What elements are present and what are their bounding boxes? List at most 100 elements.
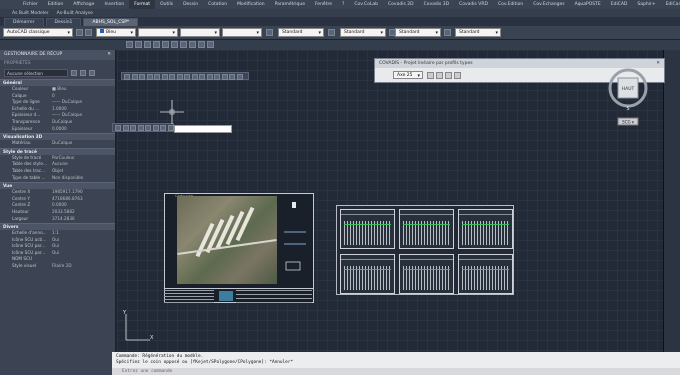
menu-item[interactable]: Affichage [68, 0, 99, 9]
covadis-close-icon[interactable]: ✕ [656, 59, 660, 68]
modify-tool-icon[interactable] [169, 73, 175, 80]
float-tool-icon[interactable] [145, 124, 151, 131]
quick-select-icon[interactable] [89, 70, 95, 76]
property-row[interactable]: Type de table ... Non disponible [0, 175, 115, 182]
menu-item[interactable]: Paramétrique [270, 0, 310, 9]
insert-tool-icon[interactable] [198, 41, 205, 48]
modify-tool-icon[interactable] [199, 73, 205, 80]
line-tool-icon[interactable] [126, 41, 133, 48]
property-row[interactable]: Largeur 3714.2836 [0, 216, 115, 223]
menu-item[interactable]: Covadis 2D [383, 0, 419, 9]
menu-item[interactable]: EdiCad Light [661, 0, 680, 9]
property-row[interactable]: Table des trac... Objet [0, 168, 115, 175]
menu-item[interactable]: Cov.Echanges [528, 0, 569, 9]
dim-style-icon[interactable] [328, 29, 335, 36]
toggle-pickadd-icon[interactable] [71, 70, 77, 76]
menu-item[interactable]: Modification [232, 0, 269, 9]
viewcube-navigator[interactable]: HAUT S SCG ▾ [601, 68, 655, 128]
workspace-gear-icon[interactable] [76, 29, 83, 36]
modify-tool-icon[interactable] [161, 73, 168, 80]
float-tool-icon[interactable] [152, 124, 159, 131]
property-row[interactable]: Matériau DuCalque [0, 140, 115, 147]
workspace-select[interactable]: AutoCAD classique [3, 28, 73, 37]
float-tool-icon[interactable] [160, 124, 166, 131]
menu-item[interactable]: Dessin [178, 0, 203, 9]
property-section-header[interactable]: Divers [0, 223, 115, 231]
property-row[interactable]: Hauteur 2033.5882 [0, 209, 115, 216]
property-row[interactable]: Epaisseur d... —— DuCalque [0, 112, 115, 119]
modify-tool-icon[interactable] [236, 73, 243, 80]
property-row[interactable]: NOM SCU [0, 256, 115, 263]
dynamic-input-box[interactable] [174, 125, 232, 133]
layer-icon[interactable] [85, 29, 92, 36]
covadis-tool-icon-4[interactable] [454, 71, 461, 79]
property-row[interactable]: Couleur ■ Bleu [0, 86, 115, 93]
text-tool-icon[interactable] [180, 41, 187, 48]
menu-item[interactable]: ? [337, 0, 349, 9]
modify-tool-icon[interactable] [176, 73, 183, 80]
menu-item[interactable]: Covadis 3D [419, 0, 455, 9]
float-tool-icon[interactable] [137, 124, 144, 131]
command-input[interactable]: Entrez une commande [112, 368, 680, 375]
rectangle-tool-icon[interactable] [162, 41, 169, 48]
lineweight-select[interactable] [180, 28, 220, 37]
secondary-menu-item[interactable]: As-Built Analyse [53, 11, 97, 16]
axis-select[interactable]: Axe 25 [393, 71, 423, 79]
property-row[interactable]: Centre X 1985917.1790 [0, 189, 115, 196]
menu-item[interactable]: Saphir+ [632, 0, 660, 9]
property-row[interactable]: Centre Z 0.0000 [0, 202, 115, 209]
property-row[interactable]: Icône SCU par... Oui [0, 243, 115, 250]
block-tool-icon[interactable] [189, 41, 196, 48]
arc-tool-icon[interactable] [153, 41, 160, 48]
file-tab[interactable]: ABHS_SOL_CSP* [83, 18, 139, 26]
modify-tool-icon[interactable] [221, 73, 228, 80]
modify-tool-icon[interactable] [191, 73, 198, 80]
property-row[interactable]: Style visuel Filaire 2D [0, 263, 115, 270]
menu-item[interactable]: Covadis VRD [454, 0, 493, 9]
file-tab[interactable]: Dessin1 [45, 18, 82, 26]
property-row[interactable]: Echelle du ... 1.0000 [0, 106, 115, 113]
menu-item[interactable]: Cov.Edition [493, 0, 528, 9]
property-row[interactable]: Calque 0 [0, 93, 115, 100]
text-style-select[interactable]: Standard [278, 28, 324, 37]
modify-tool-icon[interactable] [124, 73, 130, 80]
menu-item[interactable]: Edition [43, 0, 69, 9]
menu-item[interactable]: Outils [155, 0, 178, 9]
covadis-tool-icon-1[interactable] [427, 71, 434, 79]
table-style-select[interactable]: Standard [395, 28, 441, 37]
property-row[interactable]: Centre Y 4718686.8763 [0, 196, 115, 203]
property-section-header[interactable]: Style de tracé [0, 147, 115, 155]
menu-item[interactable]: Format [129, 0, 156, 9]
modify-tool-icon[interactable] [139, 73, 145, 80]
property-row[interactable]: Epaisseur 0.0000 [0, 126, 115, 133]
modify-tool-icon[interactable] [154, 73, 160, 80]
property-row[interactable]: Table des style... Aucune [0, 161, 115, 168]
move-tool-icon[interactable] [207, 41, 214, 48]
dim-style-select[interactable]: Standard [340, 28, 386, 37]
color-select[interactable]: Bleu [96, 28, 136, 37]
menu-item[interactable]: AquaPOSTE [570, 0, 606, 9]
secondary-menu-item[interactable]: As Built Modeler [8, 11, 53, 16]
modify-tool-icon[interactable] [184, 73, 190, 80]
file-tab[interactable]: Démarrer [4, 18, 44, 26]
covadis-tool-icon-2[interactable] [436, 71, 443, 79]
menu-item[interactable]: EdiCAD [606, 0, 633, 9]
menu-item[interactable]: Cov.CoLab [349, 0, 383, 9]
menu-item[interactable]: Fichier [18, 0, 43, 9]
property-row[interactable]: Transparence DuCalque [0, 119, 115, 126]
property-section-header[interactable]: Visualisation 3D [0, 133, 115, 141]
menu-item[interactable]: Cotation [203, 0, 232, 9]
modify-tool-icon[interactable] [206, 73, 213, 80]
property-row[interactable]: Icône SCU par... Oui [0, 250, 115, 257]
plotstyle-select[interactable] [222, 28, 262, 37]
modify-tool-icon[interactable] [229, 73, 235, 80]
property-section-header[interactable]: Vue [0, 182, 115, 190]
float-tool-icon[interactable] [122, 124, 129, 131]
float-tool-icon[interactable] [167, 124, 174, 131]
property-row[interactable]: Style de tracé ParCouleur [0, 155, 115, 162]
property-section-header[interactable]: Général [0, 79, 115, 86]
float-tool-icon[interactable] [130, 124, 136, 131]
polyline-tool-icon[interactable] [135, 41, 142, 48]
property-row[interactable]: Type de ligne —— DuCalque [0, 99, 115, 106]
hatch-tool-icon[interactable] [171, 41, 178, 48]
